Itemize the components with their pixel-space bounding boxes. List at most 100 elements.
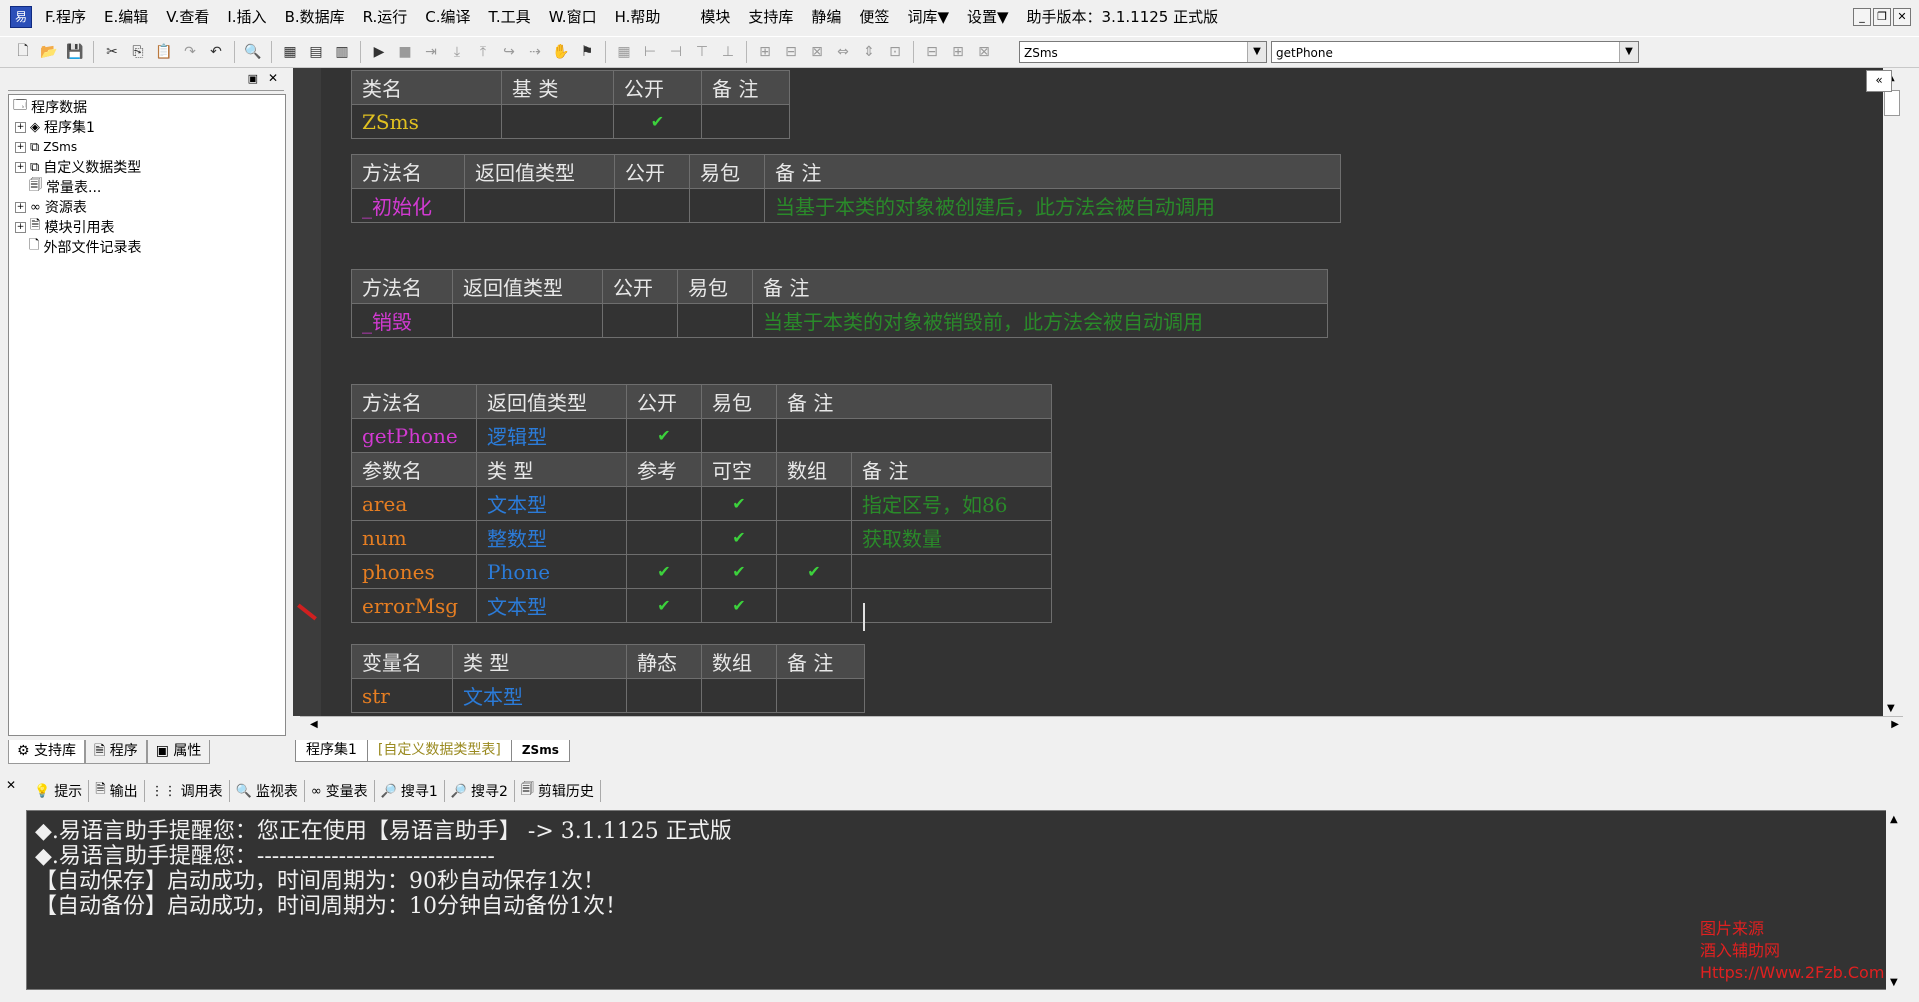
menu-notes[interactable]: 便签 <box>850 0 898 34</box>
menu-window[interactable]: W.窗口 <box>540 0 606 34</box>
param-note-cell[interactable] <box>851 554 1052 589</box>
tree-item-assembly[interactable]: + ◈ 程序集1 <box>15 117 95 137</box>
tab-clip-history[interactable]: 🗐 剪辑历史 <box>515 780 601 802</box>
expand-icon[interactable]: + <box>15 141 26 153</box>
param-type-cell[interactable]: 整数型 <box>476 520 627 555</box>
save-icon[interactable]: 💾 <box>64 41 86 63</box>
param-row-num[interactable]: num 整数型 ✔ 获取数量 <box>351 520 1052 555</box>
tab-zsms[interactable]: ZSms <box>510 740 570 762</box>
tab-program[interactable]: 🗎 程序 <box>85 740 147 764</box>
layout3-icon[interactable]: ▥ <box>331 41 353 63</box>
tab-custom-datatype[interactable]: [自定义数据类型表] <box>366 740 512 762</box>
align-top-icon[interactable]: ⊤ <box>691 41 713 63</box>
tab-output[interactable]: 🗎 输出 <box>89 780 145 802</box>
nullable-check-icon[interactable]: ✔ <box>701 588 777 623</box>
menu-support-lib[interactable]: 支持库 <box>739 0 802 34</box>
paste-icon[interactable]: 📋 <box>153 41 175 63</box>
breakpoint-icon[interactable]: ⚑ <box>576 41 598 63</box>
h-spacing-icon[interactable]: ⇔ <box>832 41 854 63</box>
tab-call-table[interactable]: ⋮⋮ 调用表 <box>145 780 230 802</box>
grid-icon[interactable]: ▦ <box>613 41 635 63</box>
reference-check-icon[interactable]: ✔ <box>626 554 702 589</box>
run-icon[interactable]: ▶ <box>368 41 390 63</box>
public-cell[interactable] <box>602 303 678 338</box>
param-note-cell[interactable]: 指定区号，如86 <box>851 486 1052 521</box>
param-note-cell[interactable]: 获取数量 <box>851 520 1052 555</box>
variable-name-cell[interactable]: str <box>351 678 453 713</box>
class-name-cell[interactable]: ZSms <box>351 104 502 139</box>
center-h-icon[interactable]: ⊡ <box>884 41 906 63</box>
same-width-icon[interactable]: ⊞ <box>754 41 776 63</box>
expand-icon[interactable]: + <box>15 161 26 173</box>
nullable-check-icon[interactable]: ✔ <box>701 520 777 555</box>
new-file-icon[interactable]: 🗋 <box>12 41 34 63</box>
same-size-icon[interactable]: ⊠ <box>806 41 828 63</box>
menu-insert[interactable]: I.插入 <box>218 0 275 34</box>
return-type-cell[interactable]: 逻辑型 <box>476 418 627 453</box>
scroll-down-icon[interactable]: ▼ <box>1887 703 1895 714</box>
stop-icon[interactable]: ■ <box>394 41 416 63</box>
output-panel[interactable]: ◆.易语言助手提醒您：您正在使用【易语言助手】 -> 3.1.1125 正式版 … <box>26 810 1888 990</box>
run-to-cursor-icon[interactable]: ⇢ <box>524 41 546 63</box>
v-spacing-icon[interactable]: ⇕ <box>858 41 880 63</box>
param-type-cell[interactable]: 文本型 <box>476 588 627 623</box>
step-into-icon[interactable]: ⤓ <box>446 41 468 63</box>
method-selector[interactable]: getPhone ▼ <box>1271 41 1639 63</box>
note-cell[interactable] <box>776 418 1052 453</box>
tree-item-datatype[interactable]: + ⧉ 自定义数据类型 <box>15 157 141 177</box>
same-height-icon[interactable]: ⊟ <box>780 41 802 63</box>
array-cell[interactable] <box>776 588 852 623</box>
menu-module[interactable]: 模块 <box>691 0 739 34</box>
cut-icon[interactable]: ✂ <box>101 41 123 63</box>
open-folder-icon[interactable]: 📂 <box>38 41 60 63</box>
tab-search2[interactable]: 🔎 搜寻2 <box>445 780 515 802</box>
class-selector[interactable]: ZSms ▼ <box>1019 41 1267 63</box>
center-v-icon[interactable]: ⊟ <box>921 41 943 63</box>
public-check-icon[interactable]: ✔ <box>626 418 702 453</box>
array-cell[interactable] <box>776 520 852 555</box>
chevron-down-icon[interactable]: ▼ <box>1247 42 1266 62</box>
menu-run[interactable]: R.运行 <box>354 0 417 34</box>
note-cell[interactable]: 当基于本类的对象被销毁前，此方法会被自动调用 <box>752 303 1328 338</box>
expand-icon[interactable]: + <box>15 201 26 213</box>
step-out-icon[interactable]: ⤒ <box>472 41 494 63</box>
note-cell[interactable] <box>701 104 790 139</box>
hand-icon[interactable]: ✋ <box>550 41 572 63</box>
close-panel-icon[interactable]: ✕ <box>268 71 278 85</box>
step-icon[interactable]: ⇥ <box>420 41 442 63</box>
menu-help[interactable]: H.帮助 <box>606 0 670 34</box>
menu-view[interactable]: V.查看 <box>157 0 218 34</box>
step-over-icon[interactable]: ↪ <box>498 41 520 63</box>
layout2-icon[interactable]: ▤ <box>305 41 327 63</box>
base-class-cell[interactable] <box>501 104 614 139</box>
menu-tools[interactable]: T.工具 <box>480 0 540 34</box>
easy-package-cell[interactable] <box>677 303 753 338</box>
menu-program[interactable]: F.程序 <box>36 0 95 34</box>
expand-icon[interactable]: + <box>15 121 26 133</box>
array-cell[interactable] <box>701 678 777 713</box>
menu-database[interactable]: B.数据库 <box>276 0 354 34</box>
output-scrollbar[interactable]: ▲ ▼ <box>1886 810 1904 990</box>
tab-variables[interactable]: ∞ 变量表 <box>305 780 375 802</box>
static-cell[interactable] <box>626 678 702 713</box>
restore-icon[interactable]: ❐ <box>1873 8 1891 26</box>
method-name-cell[interactable]: _销毁 <box>351 303 453 338</box>
lock-icon[interactable]: ⊠ <box>973 41 995 63</box>
note-cell[interactable]: 当基于本类的对象被创建后，此方法会被自动调用 <box>764 188 1341 223</box>
nullable-check-icon[interactable]: ✔ <box>701 486 777 521</box>
param-name-cell[interactable]: errorMsg <box>351 588 477 623</box>
tree-item-resources[interactable]: + ∞ 资源表 <box>15 197 87 217</box>
return-type-cell[interactable] <box>464 188 615 223</box>
public-cell[interactable] <box>614 188 690 223</box>
copy-icon[interactable]: ⎘ <box>127 41 149 63</box>
param-note-cell[interactable] <box>851 588 1052 623</box>
align-bottom-icon[interactable]: ⊥ <box>717 41 739 63</box>
minimize-icon[interactable]: _ <box>1853 8 1871 26</box>
find-icon[interactable]: 🔍 <box>242 41 264 63</box>
fit-icon[interactable]: ⊞ <box>947 41 969 63</box>
variable-type-cell[interactable]: 文本型 <box>452 678 627 713</box>
return-type-cell[interactable] <box>452 303 603 338</box>
tree-item-module-ref[interactable]: + 🗎 模块引用表 <box>15 217 114 237</box>
public-check-icon[interactable]: ✔ <box>613 104 702 139</box>
tab-support-lib[interactable]: ⚙ 支持库 <box>8 740 86 764</box>
